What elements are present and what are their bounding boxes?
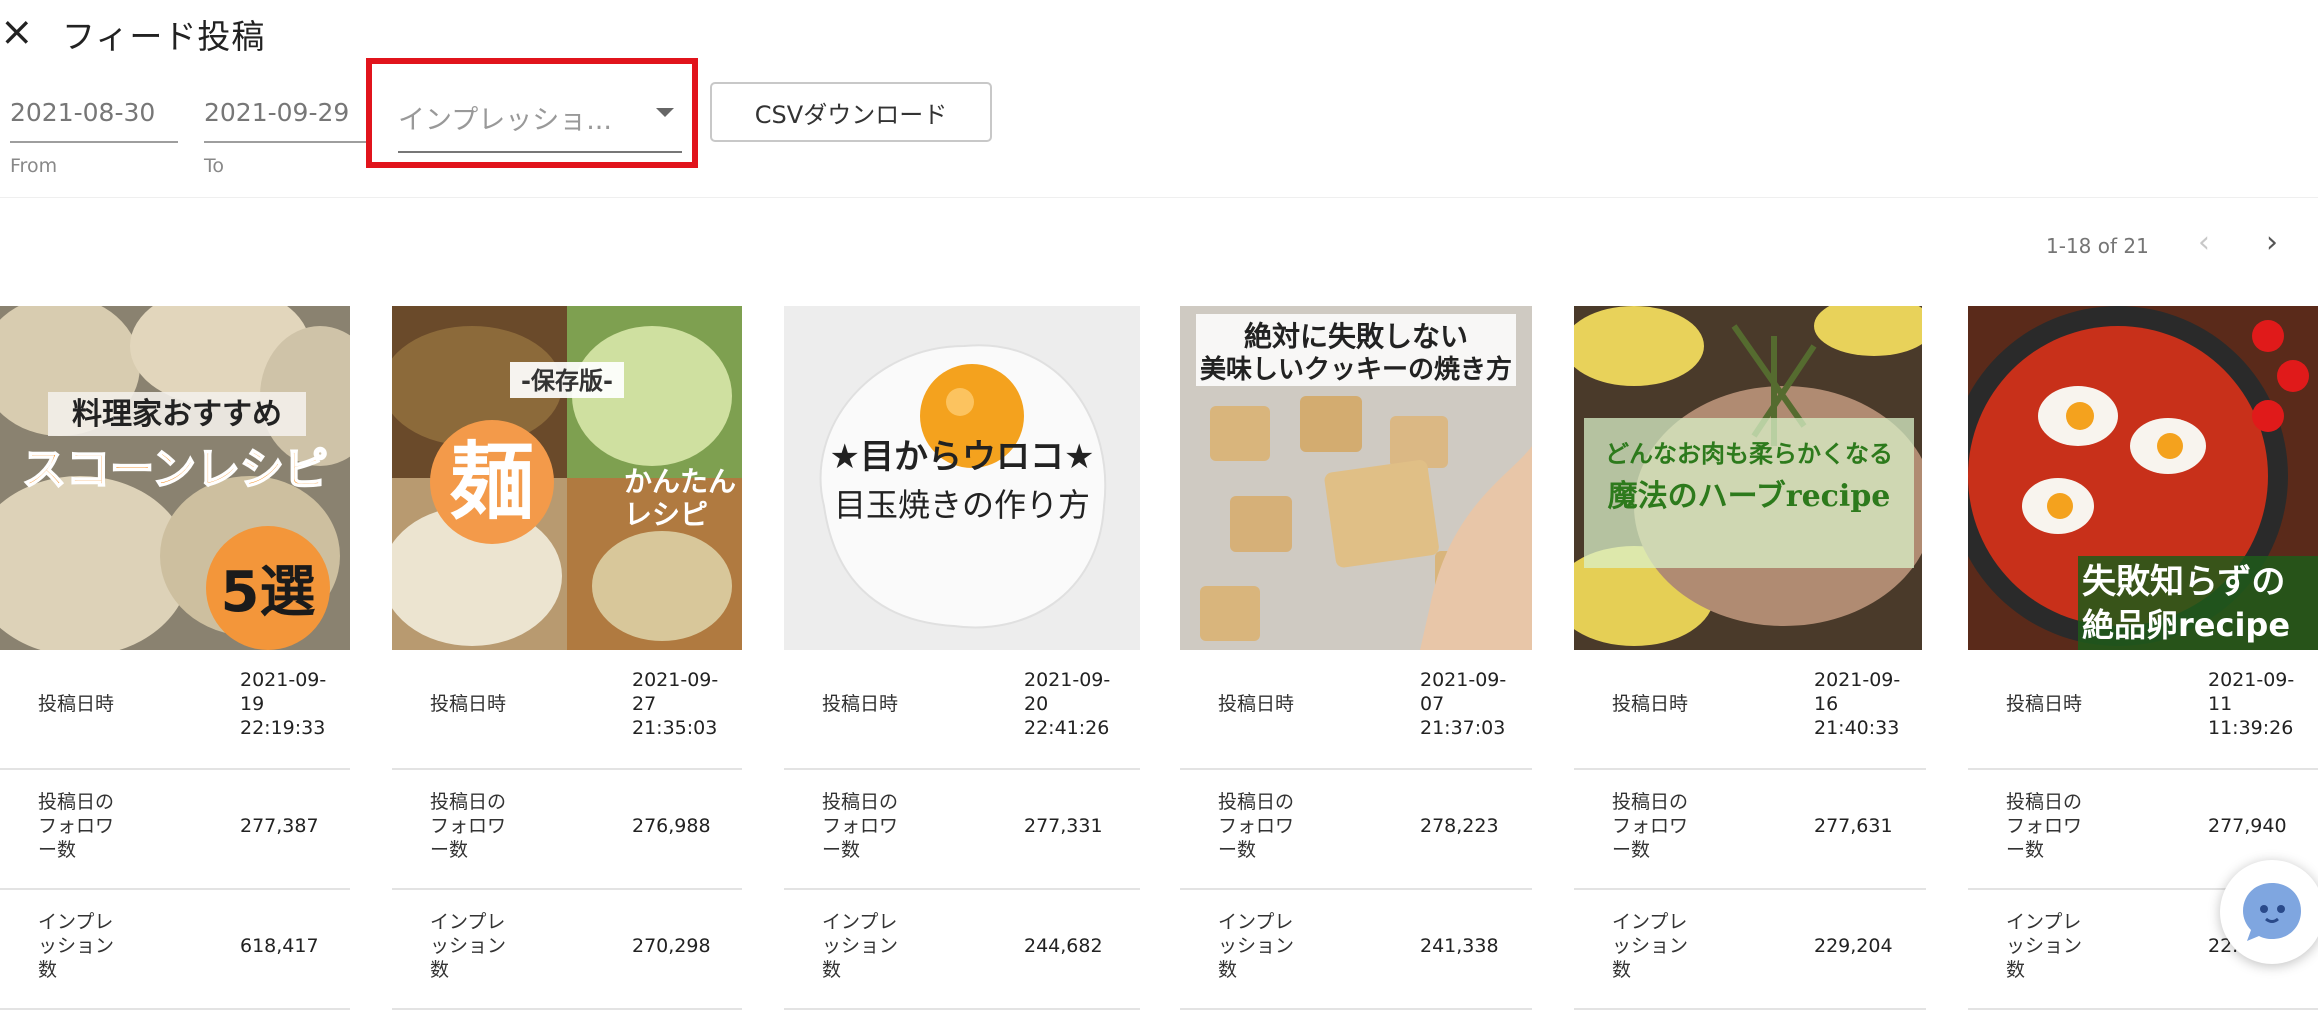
close-icon[interactable]: × [0, 12, 34, 52]
followers-value: 278,223 [1420, 815, 1499, 837]
post-card[interactable]: 料理家おすすめ スコーンレシピ 5選 投稿日時 2021-09- 19 22:1… [0, 306, 350, 1010]
thumb-text: 美味しいクッキーの焼き方 [1200, 354, 1512, 385]
to-date-field[interactable]: 2021-09-29 To [204, 98, 368, 177]
impressions-value: 229,204 [1814, 935, 1893, 957]
impressions-row: インプレ ッション 数 229,204 [1574, 890, 1926, 1010]
followers-row: 投稿日の フォロワ ー数 276,988 [392, 770, 742, 890]
thumb-text: レシピ [624, 498, 708, 531]
post-date-row: 投稿日時 2021-09- 11 11:39:26 [1968, 650, 2318, 770]
post-date-value: 2021-09- 27 21:35:03 [632, 669, 719, 739]
post-date-label: 投稿日時 [1612, 693, 1689, 715]
from-date-value[interactable]: 2021-08-30 [10, 98, 178, 127]
thumb-text: 目玉焼きの作り方 [834, 486, 1090, 524]
impressions-label: インプレ ッション 数 [822, 911, 899, 981]
post-date-row: 投稿日時 2021-09- 16 21:40:33 [1574, 650, 1926, 770]
to-date-value[interactable]: 2021-09-29 [204, 98, 368, 127]
post-thumbnail[interactable]: 絶対に失敗しない 美味しいクッキーの焼き方 [1180, 306, 1532, 650]
post-date-row: 投稿日時 2021-09- 19 22:19:33 [0, 650, 350, 770]
followers-value: 277,331 [1024, 815, 1103, 837]
post-thumbnail[interactable]: どんなお肉も柔らかくなる 魔法のハーブrecipe [1574, 306, 1922, 650]
thumb-text: 失敗知らずの [2082, 562, 2285, 602]
impressions-label: インプレ ッション 数 [2006, 911, 2083, 981]
impressions-value: 618,417 [240, 935, 319, 957]
thumb-text: -保存版- [521, 367, 613, 395]
post-date-row: 投稿日時 2021-09- 20 22:41:26 [784, 650, 1140, 770]
followers-row: 投稿日の フォロワ ー数 277,331 [784, 770, 1140, 890]
impressions-row: インプレ ッション 数 270,298 [392, 890, 742, 1010]
from-date-label: From [10, 155, 58, 177]
csv-download-button[interactable]: CSVダウンロード [710, 82, 992, 142]
followers-row: 投稿日の フォロワ ー数 277,387 [0, 770, 350, 890]
chat-bot-icon[interactable] [2220, 860, 2318, 964]
followers-label: 投稿日の フォロワ ー数 [822, 791, 899, 861]
from-date-field[interactable]: 2021-08-30 From [10, 98, 178, 177]
header-divider [0, 197, 2318, 198]
thumb-text: スコーンレシピ [22, 444, 328, 495]
impressions-row: インプレ ッション 数 244,682 [784, 890, 1140, 1010]
page-title: フィード投稿 [62, 17, 266, 56]
post-thumbnail[interactable]: -保存版- 麺 かんたん レシピ [392, 306, 742, 650]
followers-row: 投稿日の フォロワ ー数 277,631 [1574, 770, 1926, 890]
post-thumbnail[interactable]: 失敗知らずの 絶品卵recipe [1968, 306, 2318, 650]
followers-label: 投稿日の フォロワ ー数 [430, 791, 507, 861]
post-date-label: 投稿日時 [430, 693, 507, 715]
thumb-text: 料理家おすすめ [72, 397, 282, 432]
post-date-row: 投稿日時 2021-09- 27 21:35:03 [392, 650, 742, 770]
thumb-text: ★目からウロコ★ [830, 437, 1095, 477]
metric-select-value[interactable]: インプレッショ... [398, 98, 682, 137]
impressions-value: 241,338 [1420, 935, 1499, 957]
post-date-label: 投稿日時 [38, 693, 115, 715]
impressions-label: インプレ ッション 数 [1218, 911, 1295, 981]
dropdown-arrow-icon[interactable] [656, 108, 674, 117]
from-date-underline [10, 141, 178, 143]
metric-select-underline [398, 151, 682, 153]
post-date-value: 2021-09- 19 22:19:33 [240, 669, 327, 739]
followers-value: 276,988 [632, 815, 711, 837]
thumb-text: 麺 [450, 432, 534, 531]
post-date-label: 投稿日時 [1218, 693, 1295, 715]
post-card[interactable]: -保存版- 麺 かんたん レシピ 投稿日時 2021-09- 27 21:35:… [392, 306, 742, 1010]
impressions-value: 244,682 [1024, 935, 1103, 957]
chevron-left-icon[interactable]: ‹ [2198, 228, 2210, 258]
followers-label: 投稿日の フォロワ ー数 [2006, 791, 2083, 861]
chevron-right-icon[interactable]: › [2266, 228, 2278, 258]
followers-row: 投稿日の フォロワ ー数 278,223 [1180, 770, 1532, 890]
thumb-text: かんたん [624, 465, 736, 498]
followers-value: 277,631 [1814, 815, 1893, 837]
post-thumbnail[interactable]: 料理家おすすめ スコーンレシピ 5選 [0, 306, 350, 650]
followers-label: 投稿日の フォロワ ー数 [38, 791, 115, 861]
post-card[interactable]: ★目からウロコ★ 目玉焼きの作り方 投稿日時 2021-09- 20 22:41… [784, 306, 1140, 1010]
post-date-row: 投稿日時 2021-09- 07 21:37:03 [1180, 650, 1532, 770]
post-card[interactable]: どんなお肉も柔らかくなる 魔法のハーブrecipe 投稿日時 2021-09- … [1574, 306, 1926, 1010]
impressions-row: インプレ ッション 数 618,417 [0, 890, 350, 1010]
post-date-label: 投稿日時 [2006, 693, 2083, 715]
impressions-label: インプレ ッション 数 [38, 911, 115, 981]
followers-value: 277,940 [2208, 815, 2287, 837]
metric-select[interactable]: インプレッショ... [398, 98, 682, 153]
thumb-text: どんなお肉も柔らかくなる [1605, 440, 1893, 468]
post-card[interactable]: 絶対に失敗しない 美味しいクッキーの焼き方 投稿日時 2021-09- 07 2… [1180, 306, 1532, 1010]
followers-label: 投稿日の フォロワ ー数 [1612, 791, 1689, 861]
pagination-label: 1-18 of 21 [2046, 234, 2149, 258]
impressions-label: インプレ ッション 数 [1612, 911, 1689, 981]
thumb-text: 魔法のハーブrecipe [1608, 479, 1891, 514]
post-date-value: 2021-09- 07 21:37:03 [1420, 669, 1507, 739]
impressions-value: 270,298 [632, 935, 711, 957]
to-date-label: To [204, 155, 225, 177]
followers-value: 277,387 [240, 815, 319, 837]
post-date-value: 2021-09- 11 11:39:26 [2208, 669, 2295, 739]
impressions-row: インプレ ッション 数 241,338 [1180, 890, 1532, 1010]
post-date-value: 2021-09- 20 22:41:26 [1024, 669, 1111, 739]
thumb-text: 絶対に失敗しない [1244, 320, 1468, 353]
thumb-text: 5選 [221, 560, 316, 625]
followers-label: 投稿日の フォロワ ー数 [1218, 791, 1295, 861]
thumb-text: 絶品卵recipe [2082, 606, 2290, 644]
post-card[interactable]: 失敗知らずの 絶品卵recipe 投稿日時 2021-09- 11 11:39:… [1968, 306, 2318, 1010]
post-date-value: 2021-09- 16 21:40:33 [1814, 669, 1901, 739]
post-date-label: 投稿日時 [822, 693, 899, 715]
to-date-underline [204, 141, 368, 143]
impressions-label: インプレ ッション 数 [430, 911, 507, 981]
post-thumbnail[interactable]: ★目からウロコ★ 目玉焼きの作り方 [784, 306, 1140, 650]
